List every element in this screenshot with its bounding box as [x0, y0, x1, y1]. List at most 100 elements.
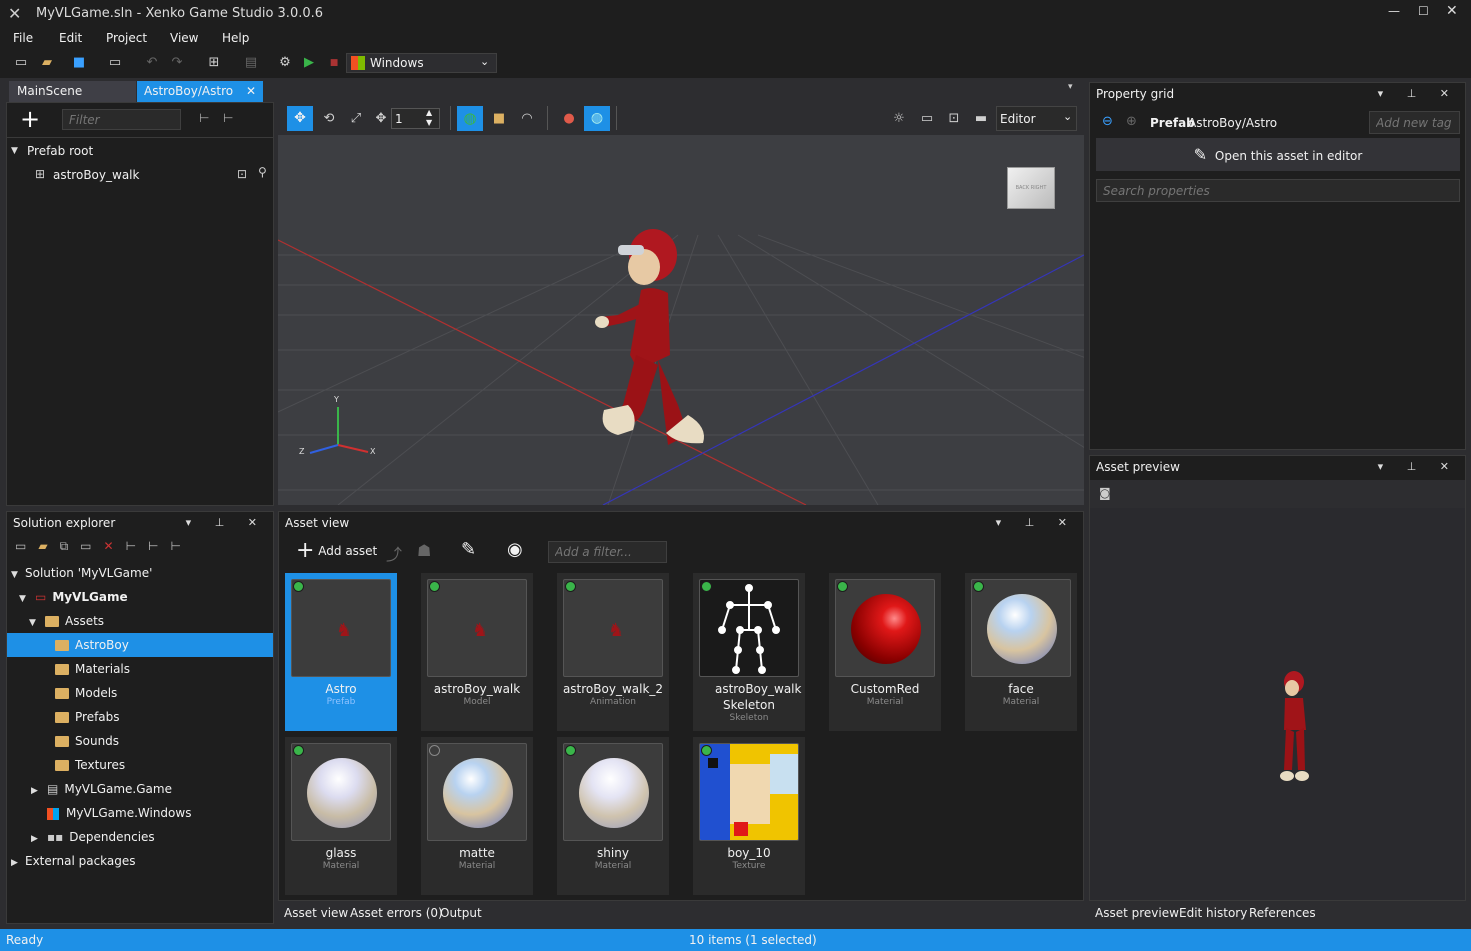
- search-icon[interactable]: ⚲: [258, 165, 267, 179]
- camera-cube-icon[interactable]: ■: [490, 110, 508, 128]
- tab-edit-history[interactable]: Edit history: [1179, 906, 1247, 920]
- platform-select[interactable]: Windows ⌄: [346, 53, 497, 73]
- tree-item-solution[interactable]: Solution 'MyVLGame': [7, 561, 273, 585]
- menu-edit[interactable]: Edit: [59, 31, 82, 45]
- scene-viewport[interactable]: BACK RIGHT Y Z X: [278, 135, 1084, 505]
- tab-asset-errors[interactable]: Asset errors (0): [350, 906, 443, 920]
- window-icon[interactable]: ▭: [80, 539, 103, 553]
- add-folder-icon[interactable]: ▰: [38, 539, 59, 553]
- panel-controls-icon[interactable]: ▾ ⊥ ✕: [1378, 460, 1459, 473]
- tree-item-windows-project[interactable]: MyVLGame.Windows: [7, 801, 273, 825]
- panel-controls-icon[interactable]: ▾ ⊥ ✕: [1378, 87, 1459, 100]
- aspect-icon[interactable]: ▭: [918, 110, 936, 128]
- rotate-gizmo-icon[interactable]: ⟲: [320, 110, 338, 128]
- asset-tile-matte[interactable]: matte Material: [421, 737, 533, 895]
- world-space-button[interactable]: ◍: [457, 106, 483, 131]
- snap-icon[interactable]: ✥: [372, 110, 390, 128]
- new-project-icon[interactable]: ▭: [15, 539, 38, 553]
- tab-references[interactable]: References: [1249, 906, 1316, 920]
- tree-item-materials[interactable]: Materials: [7, 657, 273, 681]
- tab-overflow-icon[interactable]: ▾: [1068, 82, 1073, 92]
- lighting-button[interactable]: ◍: [584, 106, 610, 131]
- eye-icon[interactable]: ◉: [507, 539, 523, 560]
- visibility-icon[interactable]: ◠: [518, 110, 536, 128]
- forward-arrow-icon[interactable]: ⊕: [1126, 114, 1137, 129]
- hierarchy-icon[interactable]: ⊢: [199, 111, 209, 125]
- scene-filter-input[interactable]: [62, 109, 181, 130]
- asset-tile-face[interactable]: face Material: [965, 573, 1077, 731]
- back-arrow-icon[interactable]: ⊖: [1102, 114, 1113, 129]
- asset-tile-astroboy-walk-2[interactable]: ♞ astroBoy_walk_2 Animation: [557, 573, 669, 731]
- tree-item-sounds[interactable]: Sounds: [7, 729, 273, 753]
- asset-tile-skeleton[interactable]: astroBoy_walk Skeleton Skeleton: [693, 573, 805, 731]
- add-entity-icon[interactable]: +: [20, 107, 40, 131]
- material-icon[interactable]: ●: [560, 110, 578, 128]
- frame-icon[interactable]: ⊡: [945, 110, 963, 128]
- hierarchy-icon[interactable]: ⊢: [170, 539, 192, 553]
- entity-astroboy-walk[interactable]: astroBoy_walk: [53, 168, 139, 182]
- hierarchy-icon[interactable]: ⊢: [126, 539, 148, 553]
- tab-asset-view[interactable]: Asset view: [284, 906, 348, 920]
- tree-item-game-project[interactable]: ▤ MyVLGame.Game: [7, 777, 273, 801]
- tree-item-dependencies[interactable]: ▪▪ Dependencies: [7, 825, 273, 849]
- panel-controls-icon[interactable]: ▾ ⊥ ✕: [996, 516, 1077, 529]
- tree-item-models[interactable]: Models: [7, 681, 273, 705]
- tree-item-textures[interactable]: Textures: [7, 753, 273, 777]
- hierarchy-icon[interactable]: ⊢: [148, 539, 170, 553]
- asset-tile-astroboy-walk[interactable]: ♞ astroBoy_walk Model: [421, 573, 533, 731]
- tree-item-astroboy[interactable]: AstroBoy: [7, 633, 273, 657]
- tree-item-prefabs[interactable]: Prefabs: [7, 705, 273, 729]
- copy-icon[interactable]: ⧉: [60, 539, 81, 553]
- import-icon[interactable]: ⤴: [386, 541, 402, 565]
- scale-gizmo-icon[interactable]: ⤢: [347, 110, 365, 128]
- asset-tile-shiny[interactable]: shiny Material: [557, 737, 669, 895]
- view-cube[interactable]: BACK RIGHT: [1007, 167, 1055, 209]
- stop-icon[interactable]: ■: [325, 54, 343, 72]
- open-in-editor-button[interactable]: ✎ Open this asset in editor: [1096, 138, 1460, 171]
- asset-tile-customred[interactable]: CustomRed Material: [829, 573, 941, 731]
- translate-gizmo-button[interactable]: ✥: [287, 106, 313, 131]
- package-icon[interactable]: ▤: [242, 54, 260, 72]
- tab-asset-preview[interactable]: Asset preview: [1095, 906, 1179, 920]
- tab-mainscene[interactable]: MainScene: [9, 81, 136, 102]
- save-icon[interactable]: ■: [70, 54, 88, 72]
- new-project-icon[interactable]: ▭: [12, 54, 30, 72]
- preview-canvas[interactable]: [1090, 508, 1465, 900]
- tab-output[interactable]: Output: [440, 906, 482, 920]
- play-icon[interactable]: ▶: [300, 54, 318, 72]
- prefab-root-label[interactable]: Prefab root: [27, 144, 93, 158]
- teapot-icon[interactable]: ☗: [417, 541, 431, 560]
- panel-controls-icon[interactable]: ▾ ⊥ ✕: [186, 516, 267, 529]
- hierarchy-icon-2[interactable]: ⊢: [223, 111, 233, 125]
- delete-icon[interactable]: ✕: [104, 539, 126, 553]
- camera-icon[interactable]: ▬: [972, 110, 990, 128]
- add-asset-button[interactable]: + Add asset: [296, 540, 377, 563]
- pencil-icon[interactable]: ✎: [461, 539, 476, 560]
- close-window-button[interactable]: ✕: [1446, 3, 1458, 19]
- maximize-button[interactable]: ☐: [1418, 4, 1429, 18]
- tree-item-assets[interactable]: Assets: [7, 609, 273, 633]
- open-folder-icon[interactable]: ▰: [38, 54, 56, 72]
- search-properties-input[interactable]: [1096, 179, 1460, 202]
- camera-icon[interactable]: ◙: [1099, 486, 1111, 500]
- expand-arrow-icon[interactable]: ▼: [11, 146, 18, 156]
- tab-astroboy-astro[interactable]: AstroBoy/Astro ✕: [137, 81, 263, 102]
- minimize-button[interactable]: —: [1388, 4, 1400, 18]
- light-icon[interactable]: ☼: [890, 110, 908, 128]
- asset-tile-boy-10[interactable]: boy_10 Texture: [693, 737, 805, 895]
- build-icon[interactable]: ⚙: [276, 54, 294, 72]
- close-tab-icon[interactable]: ✕: [246, 84, 256, 98]
- asset-tile-glass[interactable]: glass Material: [285, 737, 397, 895]
- add-tag-input[interactable]: [1369, 111, 1460, 134]
- asset-filter-input[interactable]: [548, 541, 667, 563]
- visual-studio-icon[interactable]: ⊞: [205, 54, 223, 72]
- asset-tile-astro[interactable]: ♞ Astro Prefab: [285, 573, 397, 731]
- tree-item-external-packages[interactable]: External packages: [7, 849, 273, 873]
- redo-icon[interactable]: ↷: [168, 54, 186, 72]
- spin-arrows-icon[interactable]: ▲ ▼: [426, 108, 432, 128]
- snap-spinbox[interactable]: 1 ▲ ▼: [391, 108, 440, 129]
- menu-help[interactable]: Help: [222, 31, 249, 45]
- menu-project[interactable]: Project: [106, 31, 147, 45]
- window-icon[interactable]: ▭: [106, 54, 124, 72]
- menu-view[interactable]: View: [170, 31, 198, 45]
